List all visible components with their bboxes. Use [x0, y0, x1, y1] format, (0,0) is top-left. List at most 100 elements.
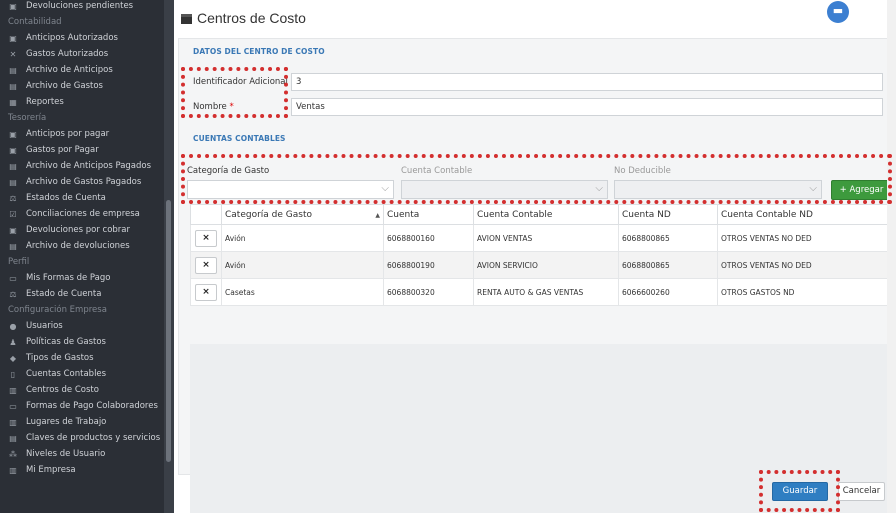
sidebar-item-label: Devoluciones por cobrar [26, 225, 130, 235]
sidebar-item[interactable]: ▤ Archivo de Anticipos [0, 62, 164, 78]
sidebar-item[interactable]: ▥ Centros de Costo [0, 382, 164, 398]
sidebar-item-label: Archivo de devoluciones [26, 241, 130, 251]
cell-cuenta-contable-nd: OTROS VENTAS NO DED [717, 251, 892, 279]
sidebar-item[interactable]: ▣ Anticipos por pagar [0, 126, 164, 142]
gavel-icon: ♟ [9, 338, 17, 347]
cell-cuenta-nd: 6066600260 [618, 278, 718, 306]
table-row: × Avión 6068800190 AVION SERVICIO 606880… [190, 251, 892, 279]
sidebar-item[interactable]: ⚖ Estados de Cuenta [0, 190, 164, 206]
sidebar-item[interactable]: ▯ Cuentas Contables [0, 366, 164, 382]
sidebar-item[interactable]: ▥ Lugares de Trabajo [0, 414, 164, 430]
sidebar-item-label: Claves de productos y servicios [26, 433, 161, 443]
cell-cuenta-contable-nd: OTROS VENTAS NO DED [717, 224, 892, 252]
sidebar-item[interactable]: ◆ Tipos de Gastos [0, 350, 164, 366]
sidebar-item-label: Reportes [26, 97, 64, 107]
sidebar-item[interactable]: ▦ Reportes [0, 94, 164, 110]
no-deducible-label: No Deducible [614, 166, 671, 176]
identificador-input[interactable]: 3 [291, 73, 883, 91]
money-icon: ▣ [9, 2, 17, 11]
no-deducible-select[interactable]: ⌵ [614, 180, 822, 199]
sidebar-item-label: Usuarios [26, 321, 63, 331]
cell-categoria: Casetas [221, 278, 384, 306]
sidebar-item-label: Tipos de Gastos [26, 353, 94, 363]
sidebar-item-label: Archivo de Gastos Pagados [26, 177, 142, 187]
sidebar-item[interactable]: ▤ Archivo de Gastos Pagados [0, 174, 164, 190]
sidebar-item-label: Lugares de Trabajo [26, 417, 107, 427]
sidebar-item-label: Centros de Costo [26, 385, 99, 395]
archive-icon: ▤ [9, 82, 17, 91]
sidebar-item[interactable]: ▤ Claves de productos y servicios [0, 430, 164, 446]
sidebar-item-label: Devoluciones pendientes [26, 1, 134, 11]
nombre-input[interactable]: Ventas [291, 98, 883, 116]
sidebar-item[interactable]: ▣ Gastos por Pagar [0, 142, 164, 158]
sidebar-item[interactable]: ⚖ Estado de Cuenta [0, 286, 164, 302]
sidebar-item[interactable]: ▣ Anticipos Autorizados [0, 30, 164, 46]
cuenta-contable-label: Cuenta Contable [401, 166, 473, 176]
cell-categoria: Avión [221, 224, 384, 252]
header-cuenta-contable-nd[interactable]: Cuenta Contable ND [717, 204, 892, 225]
sidebar-item[interactable]: ▭ Formas de Pago Colaboradores [0, 398, 164, 414]
header-cuenta-nd[interactable]: Cuenta ND [618, 204, 718, 225]
sidebar-item[interactable]: ▤ Archivo de devoluciones [0, 238, 164, 254]
sidebar-item-label: Anticipos por pagar [26, 129, 110, 139]
archive-icon: ▤ [9, 242, 17, 251]
sidebar-item[interactable]: ▣ Devoluciones pendientes [0, 0, 164, 14]
building-icon: ▥ [9, 386, 17, 395]
sidebar-section-label: Contabilidad [8, 17, 62, 27]
form-panel: DATOS DEL CENTRO DE COSTO Identificador … [178, 38, 892, 513]
table-row: × Casetas 6068800320 RENTA AUTO & GAS VE… [190, 278, 892, 306]
cross-tools-icon: ✕ [9, 50, 17, 59]
sidebar-item-label: Estados de Cuenta [26, 193, 106, 203]
sidebar-item[interactable]: ✕ Gastos Autorizados [0, 46, 164, 62]
book-icon: ▯ [10, 370, 16, 379]
chat-icon[interactable]: ▬ [827, 1, 849, 23]
sidebar-item[interactable]: ▤ Archivo de Gastos [0, 78, 164, 94]
sidebar-item[interactable]: ▭ Mis Formas de Pago [0, 270, 164, 286]
cell-cuenta: 6068800160 [383, 224, 474, 252]
categoria-select[interactable]: ⌵ [187, 180, 394, 199]
page-scrollbar[interactable] [887, 0, 896, 513]
cell-cuenta-contable-nd: OTROS GASTOS ND [717, 278, 892, 306]
cancel-button[interactable]: Cancelar [838, 482, 885, 501]
cell-cuenta-contable: AVION VENTAS [473, 224, 619, 252]
sidebar-item[interactable]: ▣ Devoluciones por cobrar [0, 222, 164, 238]
delete-row-button[interactable]: × [195, 229, 217, 247]
save-button[interactable]: Guardar [772, 482, 828, 501]
cell-cuenta-contable: AVION SERVICIO [473, 251, 619, 279]
archive-icon [181, 14, 192, 24]
sidebar-item[interactable]: ⁂ Niveles de Usuario [0, 446, 164, 462]
money-icon: ▣ [9, 130, 17, 139]
sidebar-item-label: Anticipos Autorizados [26, 33, 118, 43]
sidebar-item[interactable]: ☑ Conciliaciones de empresa [0, 206, 164, 222]
cuenta-contable-select[interactable]: ⌵ [401, 180, 608, 199]
card-icon: ▭ [9, 402, 17, 411]
header-cuenta-contable[interactable]: Cuenta Contable [473, 204, 619, 225]
sidebar-section-label: Configuración Empresa [8, 305, 107, 315]
header-categoria[interactable]: Categoría de Gasto ▲ [221, 204, 384, 225]
identificador-label: Identificador Adicional [193, 77, 288, 87]
sidebar-item-label: Políticas de Gastos [26, 337, 106, 347]
users-icon: ● [9, 322, 17, 331]
scale-icon: ⚖ [9, 194, 17, 203]
sidebar-item[interactable]: ♟ Políticas de Gastos [0, 334, 164, 350]
building-icon: ▥ [9, 466, 17, 475]
sidebar-item[interactable]: ▤ Archivo de Anticipos Pagados [0, 158, 164, 174]
sidebar-item-label: Gastos Autorizados [26, 49, 109, 59]
sidebar-item-label: Formas de Pago Colaboradores [26, 401, 158, 411]
delete-row-button[interactable]: × [195, 283, 217, 301]
cell-cuenta: 6068800320 [383, 278, 474, 306]
required-marker: * [229, 102, 234, 112]
sidebar-scrollbar-thumb[interactable] [166, 200, 171, 462]
money-icon: ▣ [9, 226, 17, 235]
page-title: Centros de Costo [181, 10, 306, 26]
header-actions [190, 204, 222, 225]
sidebar-item[interactable]: ▥ Mi Empresa [0, 462, 164, 478]
nombre-label: Nombre * [193, 102, 234, 112]
add-button[interactable]: + Agregar [831, 180, 892, 200]
sidebar-item-label: Mi Empresa [26, 465, 76, 475]
archive-icon: ▤ [9, 434, 17, 443]
header-cuenta[interactable]: Cuenta [383, 204, 474, 225]
delete-row-button[interactable]: × [195, 256, 217, 274]
scale-icon: ⚖ [9, 290, 17, 299]
sidebar-item[interactable]: ● Usuarios [0, 318, 164, 334]
